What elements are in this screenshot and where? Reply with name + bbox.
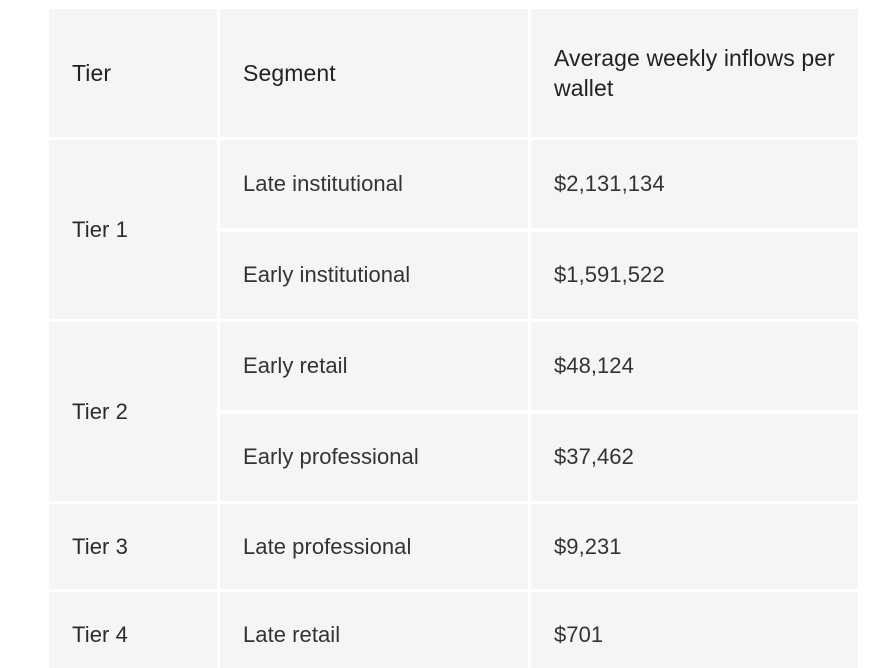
- column-header-tier: Tier: [49, 9, 217, 137]
- value-cell: $701: [531, 592, 858, 668]
- table-row: Tier 3 Late professional $9,231: [49, 504, 858, 589]
- segment-cell: Late retail: [220, 592, 528, 668]
- table-body: Tier 1 Late institutional $2,131,134 Ear…: [49, 140, 858, 668]
- tier-group-cell-3: Tier 3: [49, 504, 217, 589]
- tier-group-cell-1: Tier 1: [49, 140, 217, 319]
- table-row: Tier 2 Early retail $48,124: [49, 322, 858, 410]
- table-container: Tier Segment Average weekly inflows per …: [49, 9, 857, 651]
- segment-cell: Late professional: [220, 504, 528, 589]
- column-header-segment: Segment: [220, 9, 528, 137]
- tier-group-cell-2: Tier 2: [49, 322, 217, 501]
- value-cell: $48,124: [531, 322, 858, 410]
- segment-cell: Early retail: [220, 322, 528, 410]
- tier-group-cell-4: Tier 4: [49, 592, 217, 668]
- table-row: Tier 1 Late institutional $2,131,134: [49, 140, 858, 228]
- value-cell: $2,131,134: [531, 140, 858, 228]
- value-cell: $9,231: [531, 504, 858, 589]
- table-header: Tier Segment Average weekly inflows per …: [49, 9, 858, 137]
- tier-segment-table: Tier Segment Average weekly inflows per …: [46, 6, 861, 668]
- value-cell: $1,591,522: [531, 231, 858, 319]
- column-header-average-weekly-inflows: Average weekly inflows per wallet: [531, 9, 858, 137]
- value-cell: $37,462: [531, 413, 858, 501]
- segment-cell: Early institutional: [220, 231, 528, 319]
- header-row: Tier Segment Average weekly inflows per …: [49, 9, 858, 137]
- page-root: Tier Segment Average weekly inflows per …: [0, 0, 886, 668]
- table-row: Tier 4 Late retail $701: [49, 592, 858, 668]
- segment-cell: Late institutional: [220, 140, 528, 228]
- segment-cell: Early professional: [220, 413, 528, 501]
